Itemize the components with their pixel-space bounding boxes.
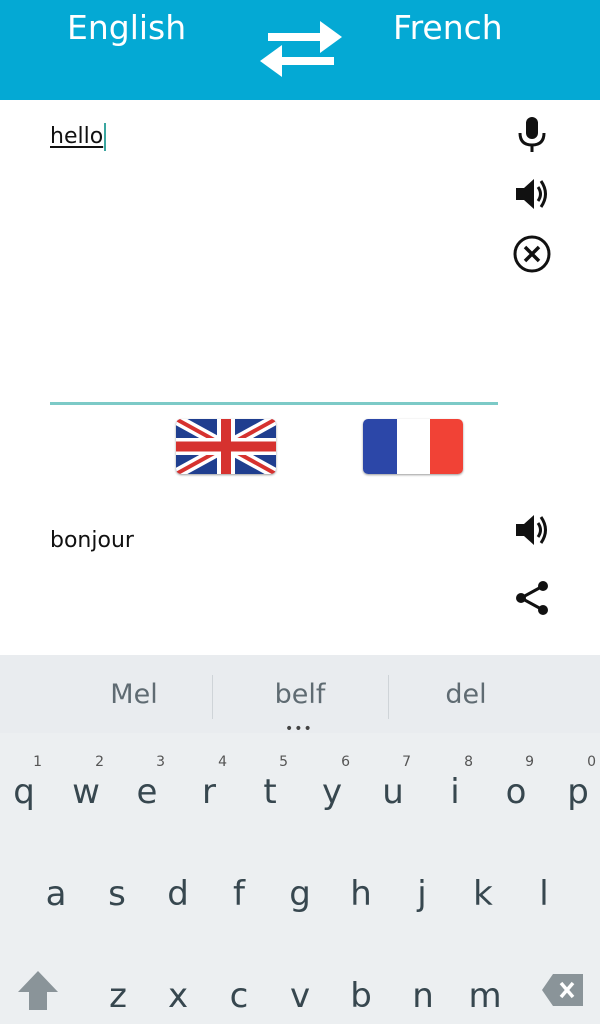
key-label: s — [108, 874, 126, 914]
speaker-icon[interactable] — [512, 174, 552, 214]
key-r[interactable]: 4r — [179, 754, 239, 818]
key-z[interactable]: z — [88, 962, 148, 1022]
key-c[interactable]: c — [209, 962, 269, 1022]
key-hint-number: 6 — [341, 754, 350, 770]
key-label: u — [382, 772, 404, 812]
key-hint-number: 7 — [402, 754, 411, 770]
key-u[interactable]: 7u — [363, 754, 423, 818]
key-y[interactable]: 6y — [302, 754, 362, 818]
key-s[interactable]: s — [87, 860, 147, 920]
key-label: a — [45, 874, 67, 914]
top-bar: English French — [0, 0, 600, 100]
key-m[interactable]: m — [455, 962, 515, 1022]
key-i[interactable]: 8i — [425, 754, 485, 818]
key-label: q — [13, 772, 35, 812]
backspace-icon[interactable] — [541, 972, 585, 1008]
suggestion-3[interactable]: del — [376, 679, 556, 710]
key-v[interactable]: v — [270, 962, 330, 1022]
clear-circle-icon[interactable] — [512, 234, 552, 274]
key-label: m — [468, 976, 502, 1016]
key-label: t — [263, 772, 277, 812]
key-p[interactable]: 0p — [548, 754, 600, 818]
key-o[interactable]: 9o — [486, 754, 546, 818]
key-hint-number: 3 — [156, 754, 165, 770]
key-hint-number: 4 — [218, 754, 227, 770]
key-label: p — [567, 772, 589, 812]
key-hint-number: 8 — [464, 754, 473, 770]
speaker-icon[interactable] — [512, 510, 552, 550]
keyboard-row-3: zxcvbnm — [0, 962, 600, 1022]
key-label: c — [229, 976, 249, 1016]
key-label: j — [417, 874, 427, 914]
key-hint-number: 9 — [525, 754, 534, 770]
key-g[interactable]: g — [270, 860, 330, 920]
source-text-value: hello — [50, 124, 104, 149]
more-suggestions-indicator[interactable]: ••• — [285, 721, 313, 737]
source-text-input[interactable]: hello — [50, 123, 107, 151]
key-label: h — [350, 874, 372, 914]
key-label: b — [350, 976, 372, 1016]
shift-arrow-icon[interactable] — [16, 968, 60, 1012]
swap-arrows-icon[interactable] — [258, 18, 344, 80]
suggestion-1[interactable]: Mel — [44, 679, 224, 710]
key-k[interactable]: k — [453, 860, 513, 920]
key-label: r — [202, 772, 216, 812]
key-x[interactable]: x — [148, 962, 208, 1022]
key-hint-number: 2 — [95, 754, 104, 770]
key-label: y — [321, 772, 343, 812]
key-label: w — [72, 772, 100, 812]
key-j[interactable]: j — [392, 860, 452, 920]
text-caret — [104, 123, 107, 151]
key-label: v — [289, 976, 311, 1016]
key-label: f — [233, 874, 245, 914]
uk-flag[interactable] — [176, 419, 276, 474]
key-b[interactable]: b — [331, 962, 391, 1022]
key-f[interactable]: f — [209, 860, 269, 920]
key-a[interactable]: a — [26, 860, 86, 920]
key-l[interactable]: l — [514, 860, 574, 920]
keyboard-row-2: a s d f gh j k l — [0, 860, 600, 920]
share-icon[interactable] — [512, 578, 552, 618]
suggestion-strip: Mel belf del ••• — [0, 655, 600, 737]
key-label: g — [289, 874, 311, 914]
target-language-button[interactable]: French — [393, 8, 503, 47]
key-t[interactable]: 5t — [240, 754, 300, 818]
key-h[interactable]: h — [331, 860, 391, 920]
key-w[interactable]: 2w — [56, 754, 116, 818]
key-n[interactable]: n — [393, 962, 453, 1022]
keyboard-row-1: 1q2w3e4r5t6y7u8i9o0p — [0, 754, 600, 818]
key-label: d — [167, 874, 189, 914]
key-label: n — [412, 976, 434, 1016]
key-label: l — [539, 874, 549, 914]
source-language-button[interactable]: English — [67, 8, 186, 47]
key-label: i — [450, 772, 460, 812]
key-hint-number: 5 — [279, 754, 288, 770]
key-label: z — [109, 976, 127, 1016]
key-e[interactable]: 3e — [117, 754, 177, 818]
france-flag[interactable] — [363, 419, 463, 474]
key-hint-number: 1 — [33, 754, 42, 770]
key-q[interactable]: 1q — [0, 754, 54, 818]
input-divider — [50, 402, 498, 405]
key-label: x — [167, 976, 189, 1016]
key-d[interactable]: d — [148, 860, 208, 920]
translated-text: bonjour — [50, 528, 134, 553]
suggestion-2[interactable]: belf — [210, 679, 390, 710]
key-label: k — [473, 874, 493, 914]
key-label: o — [505, 772, 527, 812]
key-label: e — [136, 772, 158, 812]
microphone-icon[interactable] — [512, 114, 552, 154]
key-hint-number: 0 — [587, 754, 596, 770]
